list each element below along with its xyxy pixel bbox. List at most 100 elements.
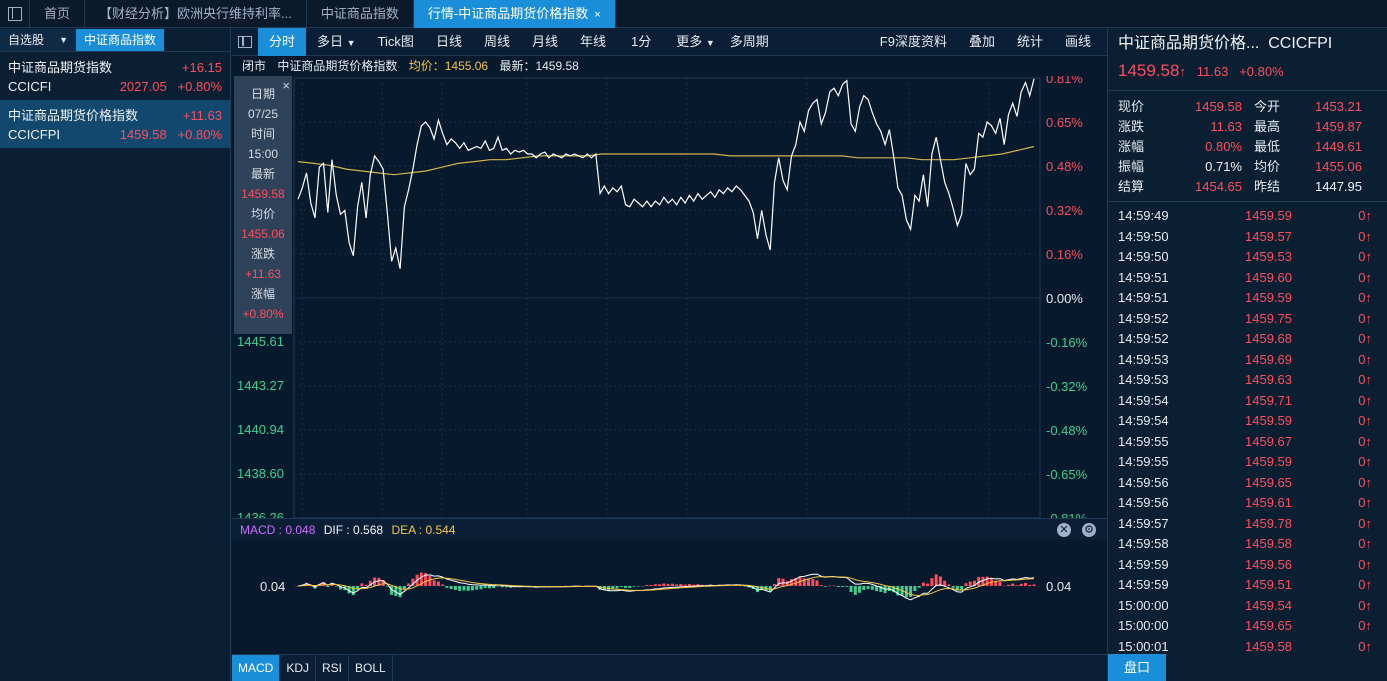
- list-item[interactable]: 中证商品期货指数 +16.15 CCICFI 2027.05 +0.80%: [0, 52, 230, 100]
- stat-value: 0.71%: [1205, 159, 1242, 174]
- trade-volume: 0↑: [1292, 411, 1372, 432]
- trade-row: 14:59:59 1459.51 0↑: [1118, 575, 1379, 596]
- stat-label: 均价: [1254, 159, 1281, 174]
- tooltip-time-label: 时间: [250, 127, 275, 141]
- tab-kdj[interactable]: KDJ: [280, 655, 317, 681]
- macd-bar: [1015, 585, 1019, 586]
- macd-bar: [866, 586, 870, 589]
- tab-news[interactable]: 【财经分析】欧洲央行维持利率...: [85, 0, 307, 28]
- macd-bar: [862, 586, 866, 591]
- trade-price: 1459.59: [1245, 454, 1292, 469]
- tab-yearly[interactable]: 年线: [569, 28, 617, 56]
- trade-volume-value: 0: [1358, 290, 1366, 305]
- quote-pct: +0.80%: [1239, 64, 1284, 79]
- stat-value: 1447.95: [1315, 179, 1362, 194]
- up-arrow-icon: ↑: [1365, 618, 1373, 633]
- trade-time: 15:00:00: [1118, 597, 1169, 613]
- trade-volume-value: 0: [1358, 577, 1366, 592]
- tab-tick[interactable]: Tick图: [367, 28, 425, 56]
- macd-bar: [968, 581, 972, 586]
- macd-bar: [658, 584, 662, 586]
- gear-icon[interactable]: ⚙: [1082, 523, 1096, 537]
- chart-toolbar: 分时 多日 ▼ Tick图 日线 周线 月线 年线 1分 更多 ▼ 多周期 F9…: [232, 27, 1107, 56]
- trade-volume: 0↑: [1292, 514, 1372, 535]
- tab-1min[interactable]: 1分: [617, 28, 665, 56]
- tab-monthly[interactable]: 月线: [521, 28, 569, 56]
- up-arrow-icon: ↑: [1365, 454, 1373, 469]
- macd-bar: [360, 583, 364, 586]
- trade-volume: 0↑: [1292, 596, 1372, 617]
- macd-bar: [1011, 583, 1015, 586]
- close-icon[interactable]: ×: [282, 76, 290, 96]
- up-arrow-icon: ↑: [1179, 64, 1186, 79]
- trade-volume-value: 0: [1358, 208, 1366, 223]
- trade-volume: 0↑: [1292, 350, 1372, 371]
- intraday-chart[interactable]: 1445.611443.271440.941438.601436.260.81%…: [232, 76, 1107, 658]
- chart-title: 中证商品期货价格指数: [277, 59, 398, 73]
- trade-time: 14:59:53: [1118, 351, 1169, 367]
- list-item-selected[interactable]: 中证商品期货价格指数 +11.63 CCICFPI 1459.58 +0.80%: [0, 100, 230, 148]
- macd-bar: [951, 586, 955, 588]
- tab-quote[interactable]: 行情-中证商品期货价格指数 ×: [413, 0, 616, 28]
- close-icon[interactable]: ✕: [1057, 523, 1071, 537]
- tab-daily[interactable]: 日线: [425, 28, 473, 56]
- macd-zero-label: 0.04: [1046, 579, 1071, 594]
- macd-bar: [811, 579, 815, 586]
- draw-button[interactable]: 画线: [1054, 28, 1107, 56]
- tab-boll[interactable]: BOLL: [349, 655, 393, 681]
- up-arrow-icon: ↑: [1365, 433, 1373, 449]
- stat-value: 1459.58: [1195, 99, 1242, 114]
- item-change: +16.15: [181, 60, 222, 75]
- macd-bar: [649, 585, 653, 586]
- trade-time: 14:59:56: [1118, 495, 1169, 510]
- tab-weekly[interactable]: 周线: [473, 28, 521, 56]
- trade-time: 14:59:49: [1118, 208, 1169, 223]
- item-pct: +0.80%: [177, 79, 222, 94]
- tab-rsi[interactable]: RSI: [316, 655, 350, 681]
- trade-volume: 0↑: [1292, 616, 1372, 637]
- item-pct: +0.80%: [177, 127, 222, 142]
- trade-row: 15:00:00 1459.54 0↑: [1118, 596, 1379, 617]
- trade-volume-value: 0: [1358, 413, 1366, 428]
- trade-volume: 0↑: [1292, 309, 1372, 330]
- market-status: 闭市: [242, 59, 267, 73]
- order-book-button[interactable]: 盘口: [1108, 654, 1166, 681]
- macd-bar: [1019, 583, 1023, 586]
- trade-price: 1459.69: [1245, 351, 1292, 367]
- trade-price: 1459.59: [1245, 413, 1292, 428]
- stat-value: 1449.61: [1315, 139, 1362, 154]
- macd-bar: [436, 581, 440, 586]
- up-arrow-icon: ↑: [1365, 413, 1373, 428]
- more-dropdown[interactable]: 更多 ▼: [665, 28, 726, 56]
- statistics-button[interactable]: 统计: [1006, 28, 1054, 56]
- trade-price: 1459.60: [1245, 269, 1292, 285]
- tab-home[interactable]: 首页: [30, 0, 86, 28]
- tab-intraday[interactable]: 分时: [258, 27, 307, 56]
- macd-bar: [466, 586, 470, 591]
- tab-macd[interactable]: MACD: [232, 655, 281, 681]
- macd-bar: [828, 585, 832, 587]
- tab-close-icon[interactable]: ×: [594, 9, 600, 21]
- macd-bar: [351, 586, 355, 596]
- trade-volume-value: 0: [1358, 454, 1366, 469]
- trade-row: 14:59:50 1459.57 0↑: [1118, 227, 1379, 248]
- trade-volume: 0↑: [1292, 227, 1372, 248]
- trade-price: 1459.75: [1245, 310, 1292, 326]
- layout-toggle-icon[interactable]: [0, 0, 30, 28]
- f9-button[interactable]: F9深度资料: [869, 28, 958, 56]
- tab-multiperiod[interactable]: 多周期: [726, 28, 773, 56]
- overlay-button[interactable]: 叠加: [958, 28, 1006, 56]
- watchlist-dropdown[interactable]: 自选股 ▼: [0, 28, 76, 51]
- macd-bar: [326, 586, 330, 588]
- tooltip-pct: +0.80%: [242, 307, 284, 321]
- trade-volume-value: 0: [1358, 597, 1366, 613]
- tab-commodity-index[interactable]: 中证商品指数: [307, 0, 414, 28]
- panel-toggle-icon[interactable]: [232, 28, 258, 56]
- tab-multiday[interactable]: 多日 ▼: [306, 28, 367, 56]
- category-button[interactable]: 中证商品指数: [76, 28, 165, 51]
- trade-price: 1459.51: [1245, 577, 1292, 592]
- watchlist-label: 自选股: [8, 32, 45, 47]
- pct-tick-label: 0.16%: [1046, 247, 1083, 262]
- trades-list[interactable]: 14:59:49 1459.59 0↑ 14:59:50 1459.57 0↑ 14:59:…: [1108, 201, 1387, 657]
- trade-row: 14:59:54 1459.71 0↑: [1118, 391, 1379, 412]
